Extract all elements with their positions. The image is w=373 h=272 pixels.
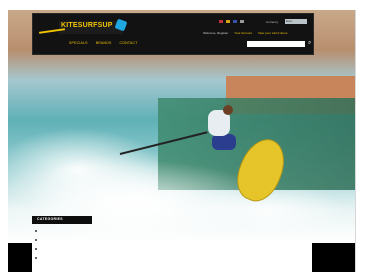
your-account-link[interactable]: Your Account bbox=[234, 31, 252, 35]
hero-rider-shorts bbox=[212, 134, 236, 150]
language-flags bbox=[219, 20, 244, 23]
nav-item-specials[interactable]: SPECIALS bbox=[69, 41, 88, 45]
account-links: Welcome, Register Your Account View your… bbox=[203, 31, 287, 35]
site-header: KITESURFSUP SPECIALS BRANDS CONTACT Curr… bbox=[32, 13, 314, 55]
category-bullet[interactable] bbox=[35, 239, 37, 241]
hero-rider-head bbox=[223, 105, 233, 115]
flag-nl-icon[interactable] bbox=[240, 20, 244, 23]
category-bullet[interactable] bbox=[35, 230, 37, 232]
content-area bbox=[8, 243, 355, 272]
category-bullet[interactable] bbox=[35, 257, 37, 259]
view-cart-link[interactable]: View your cart 0 items bbox=[258, 31, 287, 35]
currency-label: Currency bbox=[266, 20, 279, 24]
right-gutter bbox=[312, 243, 355, 272]
flag-de-icon[interactable] bbox=[226, 20, 230, 23]
nav-item-contact[interactable]: CONTACT bbox=[120, 41, 138, 45]
main-nav: SPECIALS BRANDS CONTACT bbox=[69, 41, 138, 45]
flag-fr-icon[interactable] bbox=[233, 20, 237, 23]
search-input[interactable] bbox=[247, 41, 305, 47]
welcome-register-link[interactable]: Welcome, Register bbox=[203, 31, 228, 35]
categories-list bbox=[35, 230, 37, 266]
nav-item-brands[interactable]: BRANDS bbox=[96, 41, 112, 45]
categories-title: CATEGORIES bbox=[37, 217, 63, 221]
hero-spray bbox=[8, 135, 355, 245]
page-frame: KITESURFSUP SPECIALS BRANDS CONTACT Curr… bbox=[8, 10, 355, 272]
category-bullet[interactable] bbox=[35, 248, 37, 250]
left-gutter bbox=[8, 243, 32, 272]
site-logo-text[interactable]: KITESURFSUP bbox=[61, 22, 113, 29]
currency-select[interactable]: Euro bbox=[285, 19, 307, 24]
search-icon[interactable]: ⌕ bbox=[308, 40, 314, 46]
page-edge bbox=[355, 10, 356, 272]
flag-uk-icon[interactable] bbox=[219, 20, 223, 23]
